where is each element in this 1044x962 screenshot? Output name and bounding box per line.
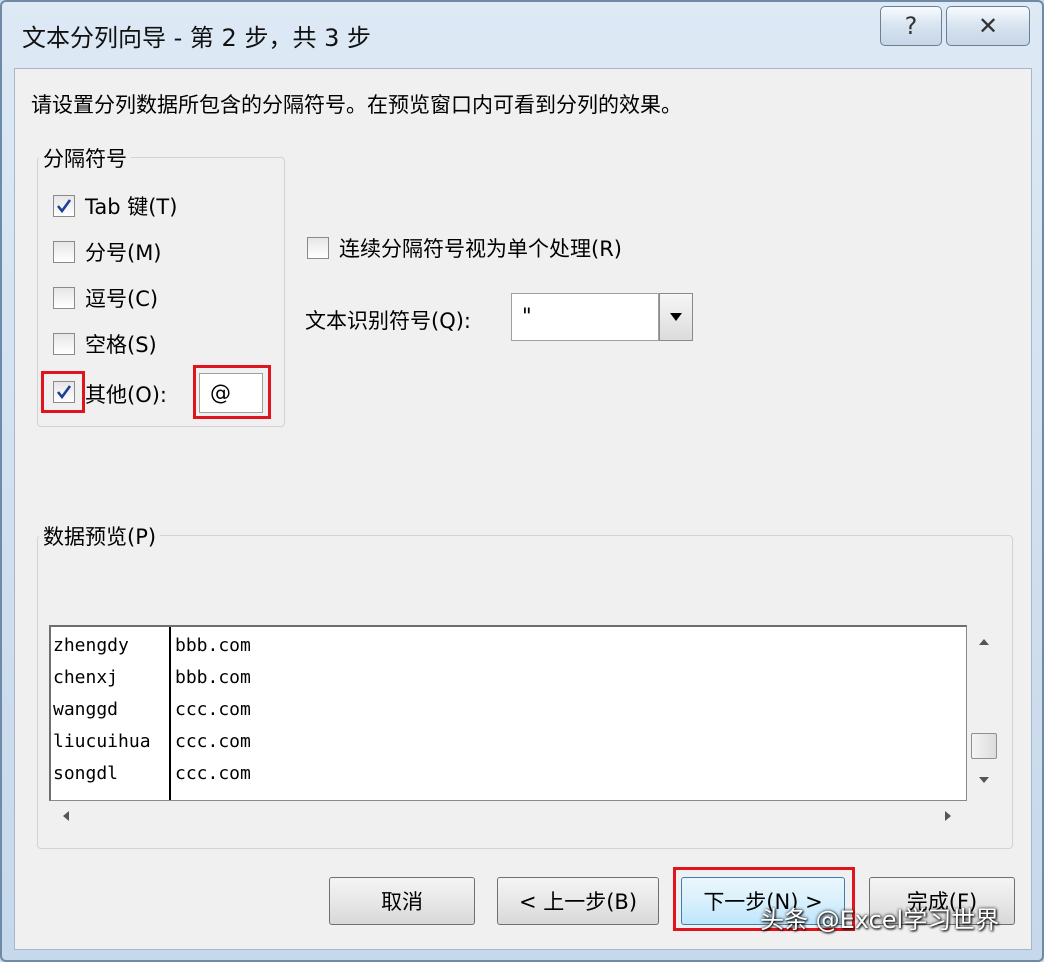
table-row: wanggd ccc.com bbox=[51, 693, 251, 725]
table-row: chenxj bbb.com bbox=[51, 661, 251, 693]
consecutive-delimiters-checkbox[interactable] bbox=[307, 237, 329, 259]
scroll-down-button[interactable] bbox=[967, 769, 1001, 791]
back-button[interactable]: < 上一步(B) bbox=[497, 877, 659, 925]
preview-vertical-scrollbar[interactable] bbox=[967, 625, 1001, 801]
help-icon: ? bbox=[904, 12, 918, 40]
other-checkbox[interactable] bbox=[53, 381, 75, 403]
help-button[interactable]: ? bbox=[880, 6, 942, 46]
comma-checkbox[interactable] bbox=[53, 287, 75, 309]
preview-cell: zhengdy bbox=[53, 634, 129, 656]
other-checkbox-label: 其他(O): bbox=[85, 383, 167, 407]
data-preview-grid[interactable]: zhengdy bbb.com chenxj bbb.com wanggd cc… bbox=[49, 625, 967, 801]
dialog-body: 请设置分列数据所包含的分隔符号。在预览窗口内可看到分列的效果。 分隔符号 Tab… bbox=[14, 68, 1032, 950]
scroll-up-button[interactable] bbox=[967, 631, 1001, 653]
close-icon: ✕ bbox=[977, 12, 999, 40]
dialog-window: 文本分列向导 - 第 2 步，共 3 步 ? ✕ 请设置分列数据所包含的分隔符号… bbox=[0, 0, 1044, 962]
instruction-text: 请设置分列数据所包含的分隔符号。在预览窗口内可看到分列的效果。 bbox=[31, 93, 682, 117]
delimiter-group-legend: 分隔符号 bbox=[39, 143, 131, 173]
table-row: songdl ccc.com bbox=[51, 757, 251, 789]
scroll-right-button[interactable] bbox=[937, 805, 959, 827]
semicolon-checkbox[interactable] bbox=[53, 241, 75, 263]
scroll-thumb[interactable] bbox=[971, 733, 997, 759]
space-checkbox[interactable] bbox=[53, 333, 75, 355]
table-row: zhengdy bbb.com bbox=[51, 629, 251, 661]
tab-checkbox-label: Tab 键(T) bbox=[85, 195, 178, 219]
table-row: liucuihua ccc.com bbox=[51, 725, 251, 757]
check-icon bbox=[56, 199, 72, 214]
text-qualifier-label: 文本识别符号(Q): bbox=[305, 309, 471, 333]
triangle-right-icon bbox=[945, 811, 951, 821]
text-qualifier-select[interactable]: " bbox=[511, 293, 659, 341]
close-button[interactable]: ✕ bbox=[946, 6, 1030, 46]
space-checkbox-label: 空格(S) bbox=[85, 333, 157, 357]
window-title: 文本分列向导 - 第 2 步，共 3 步 bbox=[22, 24, 371, 52]
preview-cell: chenxj bbox=[53, 666, 119, 688]
triangle-left-icon bbox=[63, 811, 69, 821]
preview-horizontal-scrollbar[interactable] bbox=[49, 801, 967, 831]
triangle-up-icon bbox=[979, 639, 989, 645]
data-preview-legend: 数据预览(P) bbox=[39, 521, 161, 551]
tab-checkbox[interactable] bbox=[53, 195, 75, 217]
title-bar[interactable]: 文本分列向导 - 第 2 步，共 3 步 ? ✕ bbox=[2, 2, 1042, 68]
consecutive-delimiters-label: 连续分隔符号视为单个处理(R) bbox=[339, 237, 622, 261]
semicolon-checkbox-label: 分号(M) bbox=[85, 241, 162, 265]
other-input-highlight bbox=[193, 365, 271, 419]
triangle-down-icon bbox=[670, 313, 682, 321]
cancel-button[interactable]: 取消 bbox=[329, 877, 475, 925]
preview-cell: bbb.com bbox=[175, 666, 251, 688]
preview-cell: ccc.com bbox=[175, 730, 251, 752]
preview-cell: wanggd bbox=[53, 698, 119, 720]
scroll-left-button[interactable] bbox=[55, 805, 77, 827]
preview-cell: ccc.com bbox=[175, 762, 251, 784]
triangle-down-icon bbox=[979, 777, 989, 783]
preview-cell: ccc.com bbox=[175, 698, 251, 720]
preview-cell: songdl bbox=[53, 762, 119, 784]
preview-cell: bbb.com bbox=[175, 634, 251, 656]
watermark-text: 头条 @Excel学习世界 bbox=[760, 906, 1000, 934]
check-icon bbox=[56, 385, 72, 400]
comma-checkbox-label: 逗号(C) bbox=[85, 287, 159, 311]
preview-cell: liucuihua bbox=[53, 730, 151, 752]
text-qualifier-dropdown-button[interactable] bbox=[659, 293, 693, 341]
